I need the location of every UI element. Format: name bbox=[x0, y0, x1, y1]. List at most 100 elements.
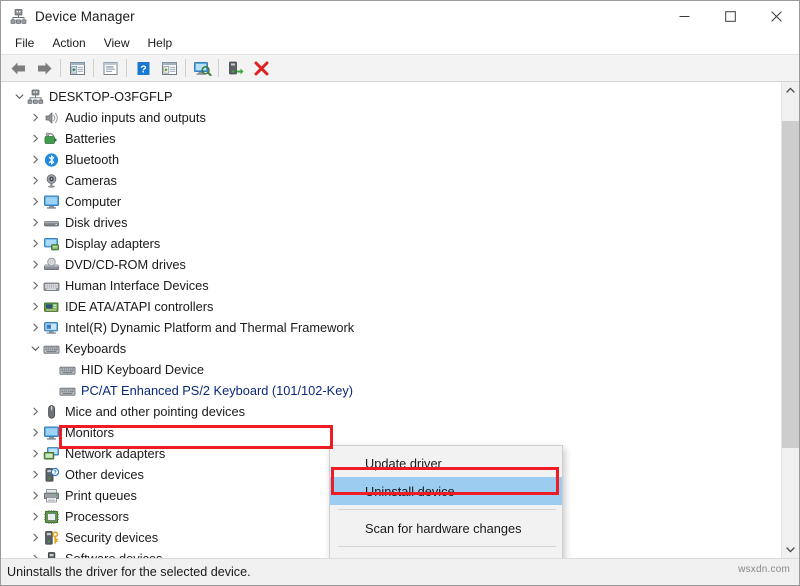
uninstall-device-icon[interactable] bbox=[248, 56, 274, 80]
printer-icon bbox=[43, 488, 60, 504]
tree-item-label: Print queues bbox=[65, 485, 137, 506]
chevron-right-icon[interactable] bbox=[27, 317, 43, 338]
display-adapter-icon bbox=[43, 236, 60, 252]
chevron-right-icon[interactable] bbox=[27, 128, 43, 149]
menu-file[interactable]: File bbox=[6, 33, 43, 53]
scroll-up-arrow-icon[interactable] bbox=[782, 82, 799, 99]
chevron-down-icon[interactable] bbox=[11, 86, 27, 107]
toolbar-separator bbox=[60, 59, 61, 77]
tree-item-display-adapters[interactable]: Display adapters bbox=[1, 233, 781, 254]
chevron-right-icon[interactable] bbox=[27, 464, 43, 485]
chevron-right-icon[interactable] bbox=[27, 485, 43, 506]
tree-item-keyboards[interactable]: Keyboards bbox=[1, 338, 781, 359]
tree-item-label: DVD/CD-ROM drives bbox=[65, 254, 186, 275]
tree-item-monitors[interactable]: Monitors bbox=[1, 422, 781, 443]
properties-icon[interactable] bbox=[97, 56, 123, 80]
close-button[interactable] bbox=[753, 1, 799, 32]
tree-item-human-interface-devices[interactable]: Human Interface Devices bbox=[1, 275, 781, 296]
tree-item-label: Security devices bbox=[65, 527, 158, 548]
camera-icon bbox=[43, 173, 60, 189]
tree-item-label: PC/AT Enhanced PS/2 Keyboard (101/102-Ke… bbox=[81, 380, 353, 401]
chevron-right-icon[interactable] bbox=[27, 527, 43, 548]
context-menu-item-label: Update driver bbox=[365, 456, 442, 471]
computer-root-icon bbox=[27, 89, 44, 105]
back-arrow-icon[interactable] bbox=[5, 56, 31, 80]
maximize-button[interactable] bbox=[707, 1, 753, 32]
battery-icon bbox=[43, 131, 60, 147]
context-menu-item-label: Properties bbox=[365, 558, 428, 559]
chevron-right-icon[interactable] bbox=[27, 506, 43, 527]
tree-item-computer[interactable]: Computer bbox=[1, 191, 781, 212]
context-menu-separator bbox=[338, 546, 556, 547]
tree-item-mice-and-other-pointing-devices[interactable]: Mice and other pointing devices bbox=[1, 401, 781, 422]
tree-item-ide-ata-atapi-controllers[interactable]: IDE ATA/ATAPI controllers bbox=[1, 296, 781, 317]
scroll-down-arrow-icon[interactable] bbox=[782, 541, 799, 558]
tree-item-label: Processors bbox=[65, 506, 129, 527]
status-bar: Uninstalls the driver for the selected d… bbox=[1, 558, 799, 585]
optical-drive-icon bbox=[43, 257, 60, 273]
context-menu-item-uninstall-device[interactable]: Uninstall device bbox=[330, 477, 562, 505]
vertical-scrollbar[interactable] bbox=[781, 82, 799, 558]
chevron-right-icon[interactable] bbox=[27, 254, 43, 275]
context-menu-item-scan-for-hardware-changes[interactable]: Scan for hardware changes bbox=[330, 514, 562, 542]
chevron-right-icon[interactable] bbox=[27, 548, 43, 558]
tree-item-label: Human Interface Devices bbox=[65, 275, 209, 296]
forward-arrow-icon[interactable] bbox=[31, 56, 57, 80]
processor-icon bbox=[43, 509, 60, 525]
chevron-right-icon[interactable] bbox=[27, 191, 43, 212]
bluetooth-icon bbox=[43, 152, 60, 168]
chevron-right-icon[interactable] bbox=[27, 296, 43, 317]
window-title: Device Manager bbox=[35, 9, 135, 24]
help-icon[interactable]: ? bbox=[130, 56, 156, 80]
toolbar-separator bbox=[185, 59, 186, 77]
tree-root-row[interactable]: DESKTOP-O3FGFLP bbox=[1, 86, 781, 107]
disk-drive-icon bbox=[43, 215, 60, 231]
chevron-right-icon[interactable] bbox=[27, 233, 43, 254]
show-hide-console-tree-icon[interactable] bbox=[64, 56, 90, 80]
minimize-button[interactable] bbox=[661, 1, 707, 32]
context-menu-item-properties[interactable]: Properties bbox=[330, 551, 562, 558]
tree-item-hid-keyboard-device[interactable]: HID Keyboard Device bbox=[1, 359, 781, 380]
tree-item-intel-r-dynamic-platform-and-thermal-framework[interactable]: Intel(R) Dynamic Platform and Thermal Fr… bbox=[1, 317, 781, 338]
menu-view[interactable]: View bbox=[95, 33, 139, 53]
chevron-right-icon[interactable] bbox=[27, 170, 43, 191]
mouse-icon bbox=[43, 404, 60, 420]
tree-item-label: Cameras bbox=[65, 170, 117, 191]
tree-item-dvd-cd-rom-drives[interactable]: DVD/CD-ROM drives bbox=[1, 254, 781, 275]
chevron-right-icon[interactable] bbox=[27, 212, 43, 233]
enable-device-icon[interactable] bbox=[222, 56, 248, 80]
scan-hardware-changes-icon[interactable] bbox=[189, 56, 215, 80]
tree-item-disk-drives[interactable]: Disk drives bbox=[1, 212, 781, 233]
thermal-framework-icon bbox=[43, 320, 60, 336]
chevron-down-icon[interactable] bbox=[27, 338, 43, 359]
context-menu-item-update-driver[interactable]: Update driver bbox=[330, 449, 562, 477]
menu-bar: File Action View Help bbox=[1, 32, 799, 54]
scrollbar-thumb[interactable] bbox=[782, 121, 799, 448]
chevron-right-icon[interactable] bbox=[27, 443, 43, 464]
chevron-right-icon[interactable] bbox=[27, 275, 43, 296]
chevron-right-icon[interactable] bbox=[27, 401, 43, 422]
update-driver-icon[interactable] bbox=[156, 56, 182, 80]
chevron-right-icon[interactable] bbox=[27, 422, 43, 443]
toolbar-separator bbox=[93, 59, 94, 77]
toolbar: ? bbox=[1, 54, 799, 82]
menu-action[interactable]: Action bbox=[43, 33, 94, 53]
chevron-right-icon[interactable] bbox=[27, 107, 43, 128]
chevron-right-icon[interactable] bbox=[27, 149, 43, 170]
tree-item-batteries[interactable]: Batteries bbox=[1, 128, 781, 149]
tree-item-pc-at-enhanced-ps-2-keyboard-101-102-key[interactable]: PC/AT Enhanced PS/2 Keyboard (101/102-Ke… bbox=[1, 380, 781, 401]
context-menu[interactable]: Update driver Uninstall device Scan for ha… bbox=[329, 445, 563, 558]
tree-item-cameras[interactable]: Cameras bbox=[1, 170, 781, 191]
status-text: Uninstalls the driver for the selected d… bbox=[7, 565, 251, 579]
other-device-icon: ? bbox=[43, 467, 60, 483]
svg-text:?: ? bbox=[140, 63, 146, 75]
network-adapter-icon bbox=[43, 446, 60, 462]
scrollbar-track[interactable] bbox=[782, 99, 799, 541]
menu-help[interactable]: Help bbox=[139, 33, 182, 53]
tree-item-bluetooth[interactable]: Bluetooth bbox=[1, 149, 781, 170]
tree-item-label: Software devices bbox=[65, 548, 162, 558]
tree-item-label: IDE ATA/ATAPI controllers bbox=[65, 296, 213, 317]
tree-item-audio-inputs-and-outputs[interactable]: Audio inputs and outputs bbox=[1, 107, 781, 128]
tree-root-label: DESKTOP-O3FGFLP bbox=[49, 86, 173, 107]
tree-item-label: Monitors bbox=[65, 422, 114, 443]
